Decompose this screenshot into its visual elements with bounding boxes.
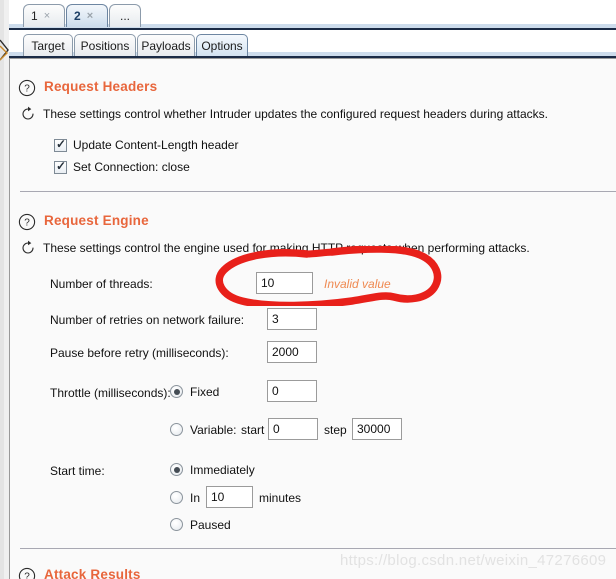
label-start-in-units: minutes	[259, 491, 302, 505]
section-title-attack-results: Attack Results	[44, 567, 141, 579]
input-throttle-variable-start[interactable]	[268, 418, 318, 440]
radio-start-in-label: In	[190, 491, 201, 505]
check-icon: ✓	[56, 159, 67, 173]
radio-throttle-fixed-dot	[173, 388, 180, 395]
radio-throttle-fixed[interactable]	[170, 385, 183, 398]
tab-positions-label: Positions	[80, 38, 130, 53]
question-circle-icon[interactable]: ?	[18, 79, 36, 97]
attack-tab-more[interactable]: ...	[109, 4, 141, 27]
input-number-of-threads[interactable]	[256, 272, 313, 294]
radio-throttle-fixed-label: Fixed	[190, 385, 220, 399]
radio-start-paused[interactable]	[170, 518, 183, 531]
label-throttle: Throttle (milliseconds):	[50, 386, 171, 400]
question-circle-icon[interactable]: ?	[18, 213, 36, 231]
checkbox-update-content-length-label: Update Content-Length header	[73, 138, 239, 152]
tab-positions[interactable]: Positions	[74, 34, 136, 56]
attack-tab-2[interactable]: 2 ×	[66, 4, 108, 27]
input-number-of-retries[interactable]	[267, 308, 317, 330]
label-number-of-retries: Number of retries on network failure:	[50, 313, 245, 327]
section-desc-request-engine: These settings control the engine used f…	[43, 241, 530, 255]
radio-start-in[interactable]	[170, 491, 183, 504]
svg-text:?: ?	[24, 84, 30, 95]
radio-start-in-circle	[170, 491, 183, 504]
checkbox-set-connection-close[interactable]: ✓	[54, 159, 67, 174]
check-icon: ✓	[56, 137, 67, 151]
attack-tab-2-close-icon[interactable]: ×	[87, 10, 93, 22]
radio-start-immediately[interactable]	[170, 463, 183, 476]
label-throttle-variable-step: step	[324, 423, 347, 437]
label-pause-before-retry: Pause before retry (milliseconds):	[50, 346, 229, 360]
input-pause-before-retry[interactable]	[267, 341, 317, 363]
section-title-request-engine: Request Engine	[44, 213, 149, 228]
tab-options[interactable]: Options	[196, 34, 248, 56]
watermark: https://blog.csdn.net/weixin_47276609	[340, 552, 607, 569]
section-desc-request-headers: These settings control whether Intruder …	[43, 107, 548, 121]
burp-intruder-window: 1 × 2 × ... Target Positions Payloads Op…	[0, 0, 616, 579]
label-throttle-variable-start: start	[241, 423, 265, 437]
tab-target-label: Target	[31, 38, 65, 53]
attack-tab-1-label: 1	[31, 9, 38, 23]
refresh-icon[interactable]	[20, 240, 36, 256]
tab-options-label: Options	[201, 38, 243, 53]
question-circle-icon[interactable]: ?	[18, 567, 36, 579]
tab-payloads-label: Payloads	[141, 38, 191, 53]
tab-target[interactable]: Target	[23, 34, 73, 56]
svg-text:?: ?	[24, 572, 30, 579]
attack-tab-1-close-icon[interactable]: ×	[44, 10, 50, 22]
radio-start-paused-label: Paused	[190, 518, 231, 532]
attack-tab-1[interactable]: 1 ×	[23, 4, 65, 27]
section-divider-1	[20, 191, 616, 192]
radio-throttle-variable-label: Variable:	[190, 423, 237, 437]
attack-tab-2-label: 2	[74, 9, 81, 23]
refresh-icon[interactable]	[20, 106, 36, 122]
attack-tab-bar: 1 × 2 × ...	[9, 0, 616, 30]
options-panel-scroll-area[interactable]: ? Request Headers These settings control…	[10, 59, 616, 579]
options-panel: ? Request Headers These settings control…	[9, 58, 616, 579]
input-throttle-fixed[interactable]	[267, 380, 317, 402]
left-panel-edge-inner	[0, 0, 4, 579]
attack-tab-more-label: ...	[119, 9, 130, 23]
intruder-tab-bar: Target Positions Payloads Options	[9, 30, 616, 58]
section-title-request-headers: Request Headers	[44, 79, 158, 94]
radio-start-immediately-dot	[173, 466, 180, 473]
input-start-in-minutes[interactable]	[206, 486, 253, 508]
label-number-of-threads: Number of threads:	[50, 277, 153, 291]
error-number-of-threads: Invalid value	[324, 277, 391, 291]
radio-start-immediately-label: Immediately	[190, 463, 255, 477]
radio-throttle-variable-circle	[170, 423, 183, 436]
radio-throttle-variable[interactable]	[170, 423, 183, 436]
section-divider-2	[20, 548, 616, 549]
label-start-time: Start time:	[50, 464, 105, 478]
checkbox-update-content-length[interactable]: ✓	[54, 137, 67, 152]
tab-payloads[interactable]: Payloads	[137, 34, 195, 56]
radio-start-paused-circle	[170, 518, 183, 531]
checkbox-set-connection-close-label: Set Connection: close	[73, 160, 190, 174]
input-throttle-variable-step[interactable]	[352, 418, 402, 440]
svg-text:?: ?	[24, 218, 30, 229]
